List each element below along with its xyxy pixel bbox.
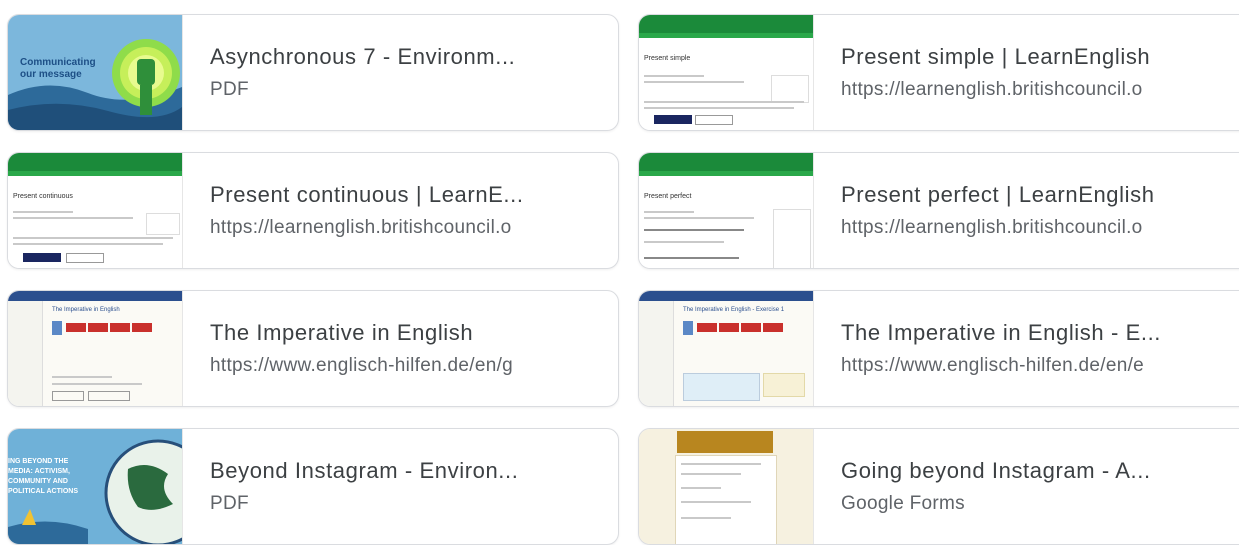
- card-thumbnail: Present simple: [639, 15, 814, 130]
- card-thumbnail: Present perfect: [639, 153, 814, 268]
- card-title: Present perfect | LearnEnglish: [841, 182, 1155, 207]
- card-thumbnail: ING BEYOND THE MEDIA: ACTIVISM, COMMUNIT…: [8, 429, 183, 544]
- result-card-present-perfect[interactable]: Present perfect Present perfect | LearnE…: [638, 152, 1239, 269]
- card-subtitle: PDF: [210, 79, 249, 100]
- card-title: Going beyond Instagram - A...: [841, 458, 1151, 483]
- card-title: Present continuous | LearnE...: [210, 182, 524, 207]
- card-thumbnail: [639, 429, 814, 544]
- card-info: Present perfect | LearnEnglish https://l…: [814, 153, 1239, 268]
- site-header-bar: [8, 153, 182, 171]
- card-title: The Imperative in English: [210, 320, 474, 345]
- result-card-asynchronous-7[interactable]: Communicating our message Asynchronous 7…: [7, 14, 619, 131]
- card-title: The Imperative in English - E...: [841, 320, 1161, 345]
- site-header-bar: [639, 291, 813, 301]
- result-card-going-beyond-instagram[interactable]: Going beyond Instagram - A... Google For…: [638, 428, 1239, 545]
- webpage-preview: The Imperative in English - Exercise 1: [639, 291, 813, 406]
- form-preview: [639, 429, 813, 544]
- card-thumbnail: Present continuous: [8, 153, 183, 268]
- form-header-image: [677, 431, 773, 453]
- card-title: Present simple | LearnEnglish: [841, 44, 1151, 69]
- thumbnail-heading: Present perfect: [644, 193, 692, 200]
- card-title: Beyond Instagram - Environ...: [210, 458, 519, 483]
- card-subtitle: https://learnenglish.britishcouncil.o: [841, 217, 1143, 238]
- site-header-bar: [639, 15, 813, 33]
- thumbnail-heading: Present continuous: [13, 193, 73, 200]
- card-subtitle: PDF: [210, 493, 249, 514]
- card-subtitle: https://learnenglish.britishcouncil.o: [210, 217, 512, 238]
- result-card-beyond-instagram[interactable]: ING BEYOND THE MEDIA: ACTIVISM, COMMUNIT…: [7, 428, 619, 545]
- thumbnail-caption: Communicating our message: [20, 57, 96, 80]
- webpage-preview: Present continuous: [8, 153, 182, 268]
- card-thumbnail: The Imperative in English: [8, 291, 183, 406]
- thumbnail-heading: Present simple: [644, 55, 691, 62]
- thumbnail-caption: ING BEYOND THE MEDIA: ACTIVISM, COMMUNIT…: [8, 458, 78, 495]
- result-card-present-simple[interactable]: Present simple Present simple | LearnEng…: [638, 14, 1239, 131]
- card-subtitle: https://www.englisch-hilfen.de/en/e: [841, 355, 1145, 376]
- webpage-preview: Present simple: [639, 15, 813, 130]
- card-thumbnail: Communicating our message: [8, 15, 183, 130]
- card-subtitle: https://learnenglish.britishcouncil.o: [841, 79, 1143, 100]
- card-info: Asynchronous 7 - Environm... PDF: [183, 15, 618, 130]
- card-info: Present simple | LearnEnglish https://le…: [814, 15, 1239, 130]
- site-header-bar: [8, 291, 182, 301]
- card-info: Going beyond Instagram - A... Google For…: [814, 429, 1239, 544]
- card-subtitle: Google Forms: [841, 493, 965, 514]
- card-info: Present continuous | LearnE... https://l…: [183, 153, 618, 268]
- thumbnail-heading: The Imperative in English: [52, 307, 120, 313]
- webpage-preview: The Imperative in English: [8, 291, 182, 406]
- card-thumbnail: The Imperative in English - Exercise 1: [639, 291, 814, 406]
- site-header-bar: [639, 153, 813, 171]
- card-title: Asynchronous 7 - Environm...: [210, 44, 516, 69]
- card-info: Beyond Instagram - Environ... PDF: [183, 429, 618, 544]
- webpage-preview: Present perfect: [639, 153, 813, 268]
- result-card-imperative[interactable]: The Imperative in English The Imperative…: [7, 290, 619, 407]
- result-card-present-continuous[interactable]: Present continuous Present continuous | …: [7, 152, 619, 269]
- card-info: The Imperative in English https://www.en…: [183, 291, 618, 406]
- result-card-imperative-exercise[interactable]: The Imperative in English - Exercise 1 T…: [638, 290, 1239, 407]
- card-info: The Imperative in English - E... https:/…: [814, 291, 1239, 406]
- thumbnail-heading: The Imperative in English - Exercise 1: [683, 307, 785, 313]
- card-subtitle: https://www.englisch-hilfen.de/en/g: [210, 355, 514, 376]
